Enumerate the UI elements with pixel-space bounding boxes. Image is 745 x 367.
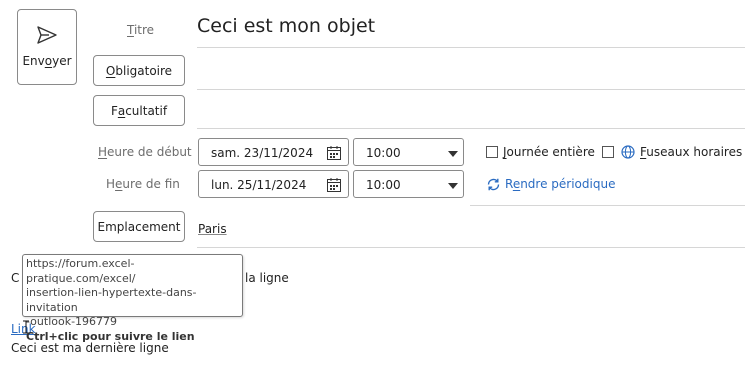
start-date-picker[interactable]: sam. 23/11/2024 — [198, 138, 349, 166]
all-day-checkbox[interactable] — [486, 146, 498, 158]
location-button[interactable]: Emplacement — [93, 211, 185, 242]
title-divider — [197, 47, 745, 48]
optional-attendees-button[interactable]: Fa cultatif — [93, 95, 185, 126]
time-divider — [470, 205, 745, 206]
location-input[interactable]: Paris — [197, 215, 745, 245]
required-attendees-button[interactable]: Obligatoire — [93, 55, 185, 86]
tooltip-url-line: insertion-lien-hypertexte-dans-invitatio… — [26, 286, 197, 314]
end-date-picker[interactable]: lun. 25/11/2024 — [198, 170, 349, 198]
globe-icon — [621, 145, 635, 159]
time-zones-checkbox[interactable] — [602, 146, 614, 158]
chevron-down-icon — [448, 183, 458, 189]
required-divider — [197, 89, 745, 90]
title-label: Titre — [127, 23, 155, 37]
time-zones-label[interactable]: Fuseaux horaires — [640, 145, 742, 159]
calendar-icon — [327, 146, 341, 160]
send-button[interactable]: Envoyer — [17, 9, 77, 85]
optional-attendees-input[interactable] — [197, 91, 745, 127]
start-time-value: 10:00 — [366, 146, 401, 160]
start-time-label: Heure de début — [98, 145, 192, 159]
repeat-icon — [487, 178, 500, 191]
end-date-value: lun. 25/11/2024 — [211, 178, 307, 192]
end-time-value: 10:00 — [366, 178, 401, 192]
send-button-label: Envoyer — [22, 54, 72, 68]
hyperlink-tooltip: https://forum.excel-pratique.com/excel/ … — [22, 254, 243, 343]
optional-divider — [197, 128, 745, 129]
body-line-1-start: C — [11, 271, 20, 285]
start-date-value: sam. 23/11/2024 — [211, 146, 314, 160]
all-day-label[interactable]: Journée entière — [503, 145, 595, 159]
make-recurring-link[interactable]: Rendre périodique — [505, 177, 615, 191]
start-time-select[interactable]: 10:00 — [353, 138, 464, 166]
end-time-label: Heure de fin — [106, 177, 180, 191]
send-icon — [37, 26, 57, 44]
location-value: Paris — [198, 222, 227, 236]
required-attendees-input[interactable] — [197, 50, 745, 88]
calendar-icon — [327, 178, 341, 192]
tooltip-url-line: -outlook-196779 — [26, 315, 118, 328]
location-divider — [197, 247, 745, 248]
end-time-select[interactable]: 10:00 — [353, 170, 464, 198]
body-line-1-end: la ligne — [245, 271, 289, 285]
chevron-down-icon — [448, 151, 458, 157]
tooltip-hint: Ctrl+clic pour suivre le lien — [26, 329, 195, 343]
tooltip-url-line: https://forum.excel-pratique.com/excel/ — [26, 257, 136, 285]
title-input[interactable]: Ceci est mon objet — [197, 15, 375, 37]
